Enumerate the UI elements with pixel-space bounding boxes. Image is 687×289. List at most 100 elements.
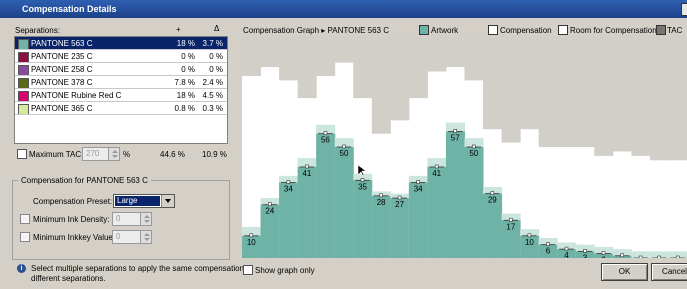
separation-pct: 0.8 %	[174, 104, 195, 113]
separation-delta: 2.4 %	[202, 78, 223, 87]
zone-value-label: 10	[525, 238, 534, 247]
tac-bar	[501, 36, 521, 143]
separations-list[interactable]: PANTONE 563 C 18 % 3.7 % PANTONE 235 C 0 % 0 …	[14, 36, 228, 144]
zone-handle	[360, 178, 365, 182]
tac-bar	[594, 36, 614, 156]
compensation-group-label: Compensation for PANTONE 563 C	[18, 176, 151, 185]
tac-bar	[408, 36, 428, 99]
tac-bar	[260, 36, 280, 68]
separation-row[interactable]: PANTONE 258 C 0 % 0 %	[15, 63, 227, 76]
zone-value-label: 34	[284, 185, 293, 194]
row-divider	[15, 114, 227, 115]
compensation-chart-svg[interactable]: 1024344156503528273441575029171064321000	[242, 36, 687, 269]
min-ink-density-stepper[interactable]: 0	[112, 212, 152, 226]
info-icon: i	[17, 264, 26, 273]
stepper-arrows-icon[interactable]	[140, 213, 151, 225]
room-legend-label: Room for Compensation	[570, 26, 657, 35]
zone-handle	[509, 217, 513, 222]
zone-value-label: 3	[583, 253, 588, 258]
stepper-arrows-icon[interactable]	[140, 231, 151, 243]
separations-label: Separations:	[15, 26, 60, 35]
separation-delta: 4.5 %	[202, 91, 223, 100]
artwork-bar	[334, 147, 354, 258]
tac-bar	[538, 36, 558, 147]
max-tac-stepper[interactable]: 270	[82, 147, 120, 161]
chevron-down-icon[interactable]	[161, 195, 174, 207]
zone-handle	[546, 242, 550, 246]
delta-column-header: Δ	[214, 24, 220, 33]
separation-name: PANTONE 365 C	[31, 104, 93, 113]
zone-handle	[657, 255, 661, 260]
artwork-bar	[427, 166, 447, 258]
zone-handle	[471, 144, 476, 149]
zone-handle	[323, 131, 328, 135]
stepper-arrows-icon[interactable]	[108, 148, 119, 160]
show-graph-only-checkbox[interactable]	[243, 265, 253, 275]
tac-bar	[371, 36, 391, 134]
zone-handle	[379, 193, 383, 198]
separation-pct: 18 %	[176, 91, 195, 100]
compensation-legend-swatch	[488, 25, 498, 35]
separation-delta: 0 %	[209, 65, 223, 74]
separation-delta: 3.7 %	[202, 39, 223, 48]
artwork-bar	[316, 133, 336, 258]
tac-bar	[297, 36, 317, 99]
window-title: Compensation Details	[22, 4, 117, 14]
zone-handle	[638, 255, 643, 260]
separation-delta: 0.3 %	[202, 104, 223, 113]
zone-value-label: 10	[247, 238, 256, 247]
separation-row[interactable]: PANTONE 365 C 0.8 % 0.3 %	[15, 102, 227, 115]
tac-bar	[316, 36, 336, 76]
tac-bar	[464, 36, 484, 81]
zone-handle	[305, 164, 309, 169]
zone-value-label: 34	[414, 185, 423, 194]
min-inkkey-stepper[interactable]: 0	[112, 230, 152, 244]
separation-row[interactable]: PANTONE 235 C 0 % 0 %	[15, 50, 227, 63]
zone-value-label: 41	[432, 169, 441, 178]
tac-bar	[242, 36, 262, 76]
separation-pct: 0 %	[181, 65, 195, 74]
zone-handle	[527, 233, 532, 238]
zone-value-label: 35	[358, 182, 367, 191]
min-inkkey-checkbox[interactable]	[20, 232, 30, 242]
tac-bar	[427, 36, 447, 72]
artwork-legend-label: Artwork	[431, 26, 459, 35]
compensation-graph[interactable]: 1024344156503528273441575029171064321000	[242, 36, 687, 269]
zone-handle	[268, 202, 272, 207]
zone-value-label: 17	[506, 222, 515, 231]
tac-bar	[390, 36, 410, 121]
graph-breadcrumb: Compensation Graph ▸ PANTONE 563 C	[243, 26, 390, 35]
separation-row[interactable]: PANTONE Rubine Red C 18 % 4.5 %	[15, 89, 227, 102]
close-icon[interactable]	[681, 3, 687, 16]
tac-bar	[279, 36, 299, 81]
separation-pct: 7.8 %	[174, 78, 195, 87]
separation-row[interactable]: PANTONE 563 C 18 % 3.7 %	[15, 37, 227, 50]
show-graph-only-label: Show graph only	[255, 266, 315, 275]
zone-value-label: 56	[321, 136, 330, 145]
tac-bar	[668, 36, 687, 161]
tac-bar	[334, 36, 354, 63]
compensation-preset-select[interactable]: Large	[113, 194, 175, 208]
zone-handle	[583, 249, 587, 253]
cancel-button[interactable]: Cancel	[651, 263, 687, 281]
separation-pct: 18 %	[176, 39, 195, 48]
title-bar: Compensation Details	[0, 0, 687, 18]
pct-column-header: +	[176, 25, 181, 34]
artwork-legend-swatch	[419, 25, 429, 35]
tac-legend-label: TAC	[667, 26, 683, 35]
separation-name: PANTONE 258 C	[31, 65, 93, 74]
zone-handle	[453, 129, 458, 133]
zone-handle	[416, 180, 420, 184]
min-inkkey-label: Minimum Inkkey Value:	[33, 233, 116, 242]
tac-bar	[353, 36, 373, 99]
zone-value-label: 6	[546, 247, 551, 256]
ok-button[interactable]: OK	[601, 263, 648, 281]
artwork-bar	[464, 147, 484, 258]
separation-delta: 0 %	[209, 52, 223, 61]
zone-value-label: 29	[488, 196, 497, 205]
min-ink-density-checkbox[interactable]	[20, 214, 30, 224]
separation-name: PANTONE Rubine Red C	[31, 91, 122, 100]
max-tac-checkbox[interactable]	[17, 149, 27, 159]
zone-value-label: 50	[469, 149, 478, 158]
separation-row[interactable]: PANTONE 378 C 7.8 % 2.4 %	[15, 76, 227, 89]
